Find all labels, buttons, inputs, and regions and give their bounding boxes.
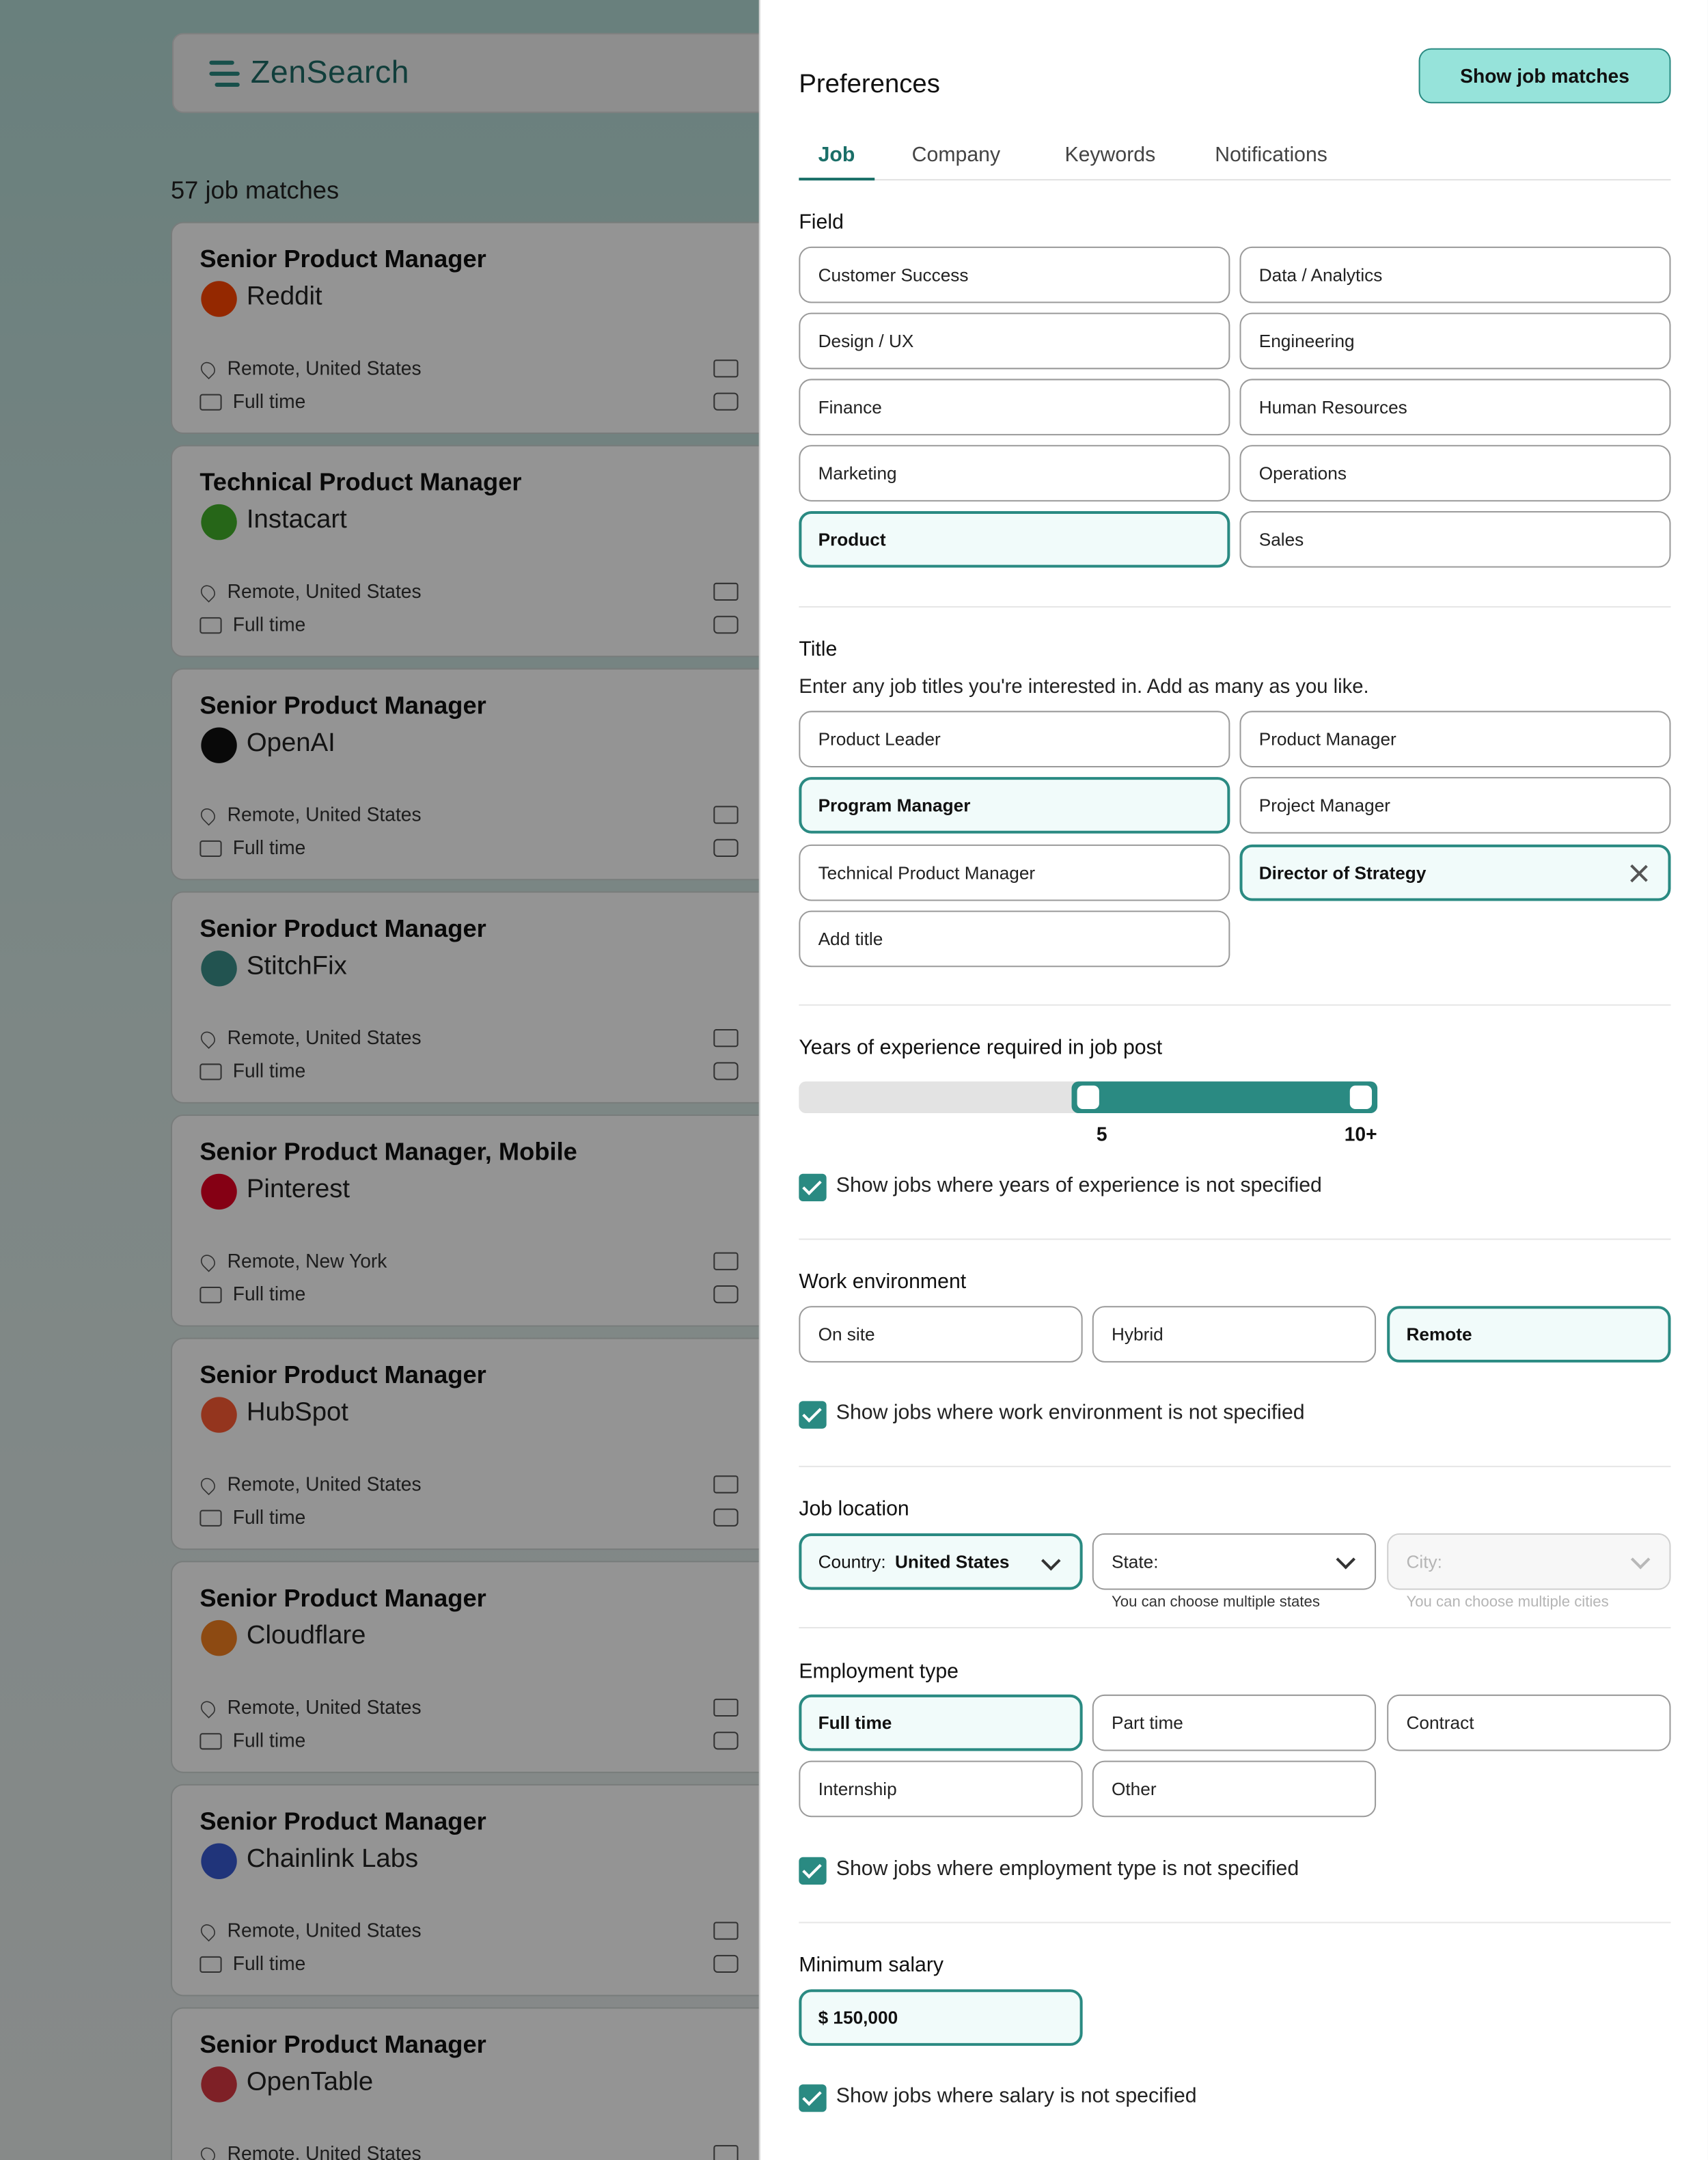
city-hint: You can choose multiple cities [1406,1594,1609,1611]
title-option-program-manager[interactable]: Program Manager [799,777,1230,834]
employment-type-label: Employment type [799,1660,959,1684]
tab-company[interactable]: Company [912,143,1000,178]
title-label: Title [799,638,838,661]
add-title-input[interactable]: Add title [799,910,1230,968]
tab-job[interactable]: Job [799,143,874,181]
employment-other[interactable]: Other [1092,1760,1377,1818]
employment-part-time[interactable]: Part time [1092,1694,1377,1751]
employment-internship[interactable]: Internship [799,1760,1083,1818]
field-option-engineering[interactable]: Engineering [1239,312,1671,370]
title-option-director-of-strategy[interactable]: Director of Strategy [1239,844,1671,901]
section-divider [799,1922,1671,1924]
experience-slider-range [1071,1081,1378,1114]
field-option-sales[interactable]: Sales [1239,510,1671,568]
field-option-product[interactable]: Product [799,510,1230,568]
title-option-product-manager[interactable]: Product Manager [1239,711,1671,767]
tab-notifications[interactable]: Notifications [1215,143,1327,178]
experience-unspecified-checkbox[interactable] [799,1173,827,1202]
field-label: Field [799,210,844,234]
experience-slider-max-handle[interactable] [1348,1084,1374,1110]
country-select[interactable]: Country: United States [799,1533,1083,1590]
employment-contract[interactable]: Contract [1387,1694,1671,1751]
state-select[interactable]: State: [1092,1533,1377,1590]
work-env-remote[interactable]: Remote [1387,1306,1671,1363]
experience-slider[interactable] [799,1081,1378,1114]
chevron-down-icon [1630,1549,1651,1570]
work-env-unspecified-label: Show jobs where work environment is not … [836,1401,1305,1425]
section-divider [799,1238,1671,1240]
experience-min-label: 5 [1096,1123,1107,1145]
field-option-design-ux[interactable]: Design / UX [799,312,1230,370]
section-divider [799,1627,1671,1629]
preferences-panel: Preferences Show job matches Job Company… [758,0,1708,2160]
country-value: United States [894,1551,1010,1572]
title-option-product-leader[interactable]: Product Leader [799,711,1230,767]
title-description: Enter any job titles you're interested i… [799,676,1369,699]
minimum-salary-label: Minimum salary [799,1953,944,1978]
show-job-matches-button[interactable]: Show job matches [1418,48,1671,104]
section-divider [799,1466,1671,1468]
state-placeholder: State: [1111,1551,1159,1572]
title-option-label: Director of Strategy [1258,862,1427,884]
city-select: City: [1387,1533,1671,1590]
title-option-technical-product-manager[interactable]: Technical Product Manager [799,844,1230,901]
field-option-human-resources[interactable]: Human Resources [1239,379,1671,436]
preferences-tabs: Job Company Keywords Notifications [799,143,1671,181]
chevron-down-icon [1336,1549,1355,1570]
city-placeholder: City: [1406,1551,1442,1572]
job-location-label: Job location [799,1497,909,1521]
work-env-unspecified-checkbox[interactable] [799,1401,827,1429]
panel-title: Preferences [799,70,940,100]
experience-unspecified-label: Show jobs where years of experience is n… [836,1173,1322,1197]
chevron-down-icon [1041,1550,1061,1571]
state-hint: You can choose multiple states [1111,1594,1320,1611]
minimum-salary-input[interactable]: $ 150,000 [799,1989,1083,2046]
work-env-hybrid[interactable]: Hybrid [1092,1306,1377,1363]
section-divider [799,606,1671,608]
work-env-on-site[interactable]: On site [799,1306,1083,1363]
employment-full-time[interactable]: Full time [799,1694,1083,1751]
work-environment-label: Work environment [799,1270,967,1294]
field-option-data-analytics[interactable]: Data / Analytics [1239,246,1671,303]
experience-max-label: 10+ [1344,1123,1377,1145]
field-option-marketing[interactable]: Marketing [799,445,1230,502]
experience-label: Years of experience required in job post [799,1036,1163,1060]
tab-keywords[interactable]: Keywords [1064,143,1155,178]
field-option-finance[interactable]: Finance [799,379,1230,436]
remove-title-icon[interactable] [1629,864,1649,883]
experience-slider-min-handle[interactable] [1075,1084,1101,1110]
salary-unspecified-label: Show jobs where salary is not specified [836,2084,1197,2108]
employment-unspecified-label: Show jobs where employment type is not s… [836,1857,1299,1881]
salary-unspecified-checkbox[interactable] [799,2084,827,2112]
field-option-operations[interactable]: Operations [1239,445,1671,502]
section-divider [799,1004,1671,1006]
employment-unspecified-checkbox[interactable] [799,1857,827,1885]
field-option-customer-success[interactable]: Customer Success [799,246,1230,303]
title-option-project-manager[interactable]: Project Manager [1239,777,1671,834]
country-prefix: Country: [818,1551,886,1572]
